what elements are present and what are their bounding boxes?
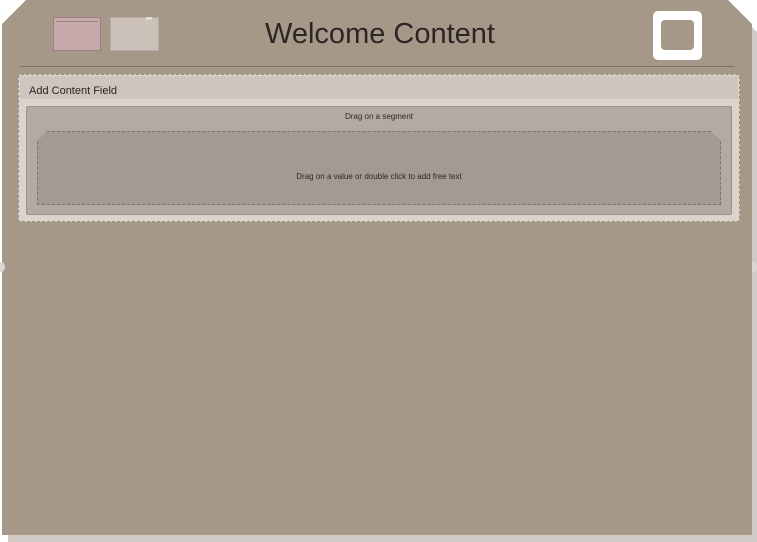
thumbnail-tab	[146, 17, 152, 20]
content-field-header	[20, 76, 738, 99]
slide-thumbnail-icon[interactable]	[53, 17, 101, 51]
segment-drop-hint: Drag on a segment	[344, 112, 414, 121]
content-field-label: Add Content Field	[29, 85, 118, 97]
content-card: Welcome Content Add Content Field Drag o…	[2, 0, 752, 535]
value-drop-zone[interactable]: Drag on a value or double click to add f…	[37, 131, 721, 205]
thumbnail-bar	[56, 21, 98, 22]
page-title: Welcome Content	[265, 18, 495, 50]
segment-drop-zone[interactable]: Drag on a segment Drag on a value or dou…	[26, 106, 732, 215]
content-field[interactable]: Add Content Field Drag on a segment Drag…	[18, 74, 740, 222]
frame-icon	[661, 20, 694, 50]
frame-button[interactable]	[653, 11, 702, 60]
slide-thumbnail-icon[interactable]	[110, 17, 159, 51]
value-drop-hint: Drag on a value or double click to add f…	[296, 172, 462, 181]
header-divider	[20, 66, 734, 67]
